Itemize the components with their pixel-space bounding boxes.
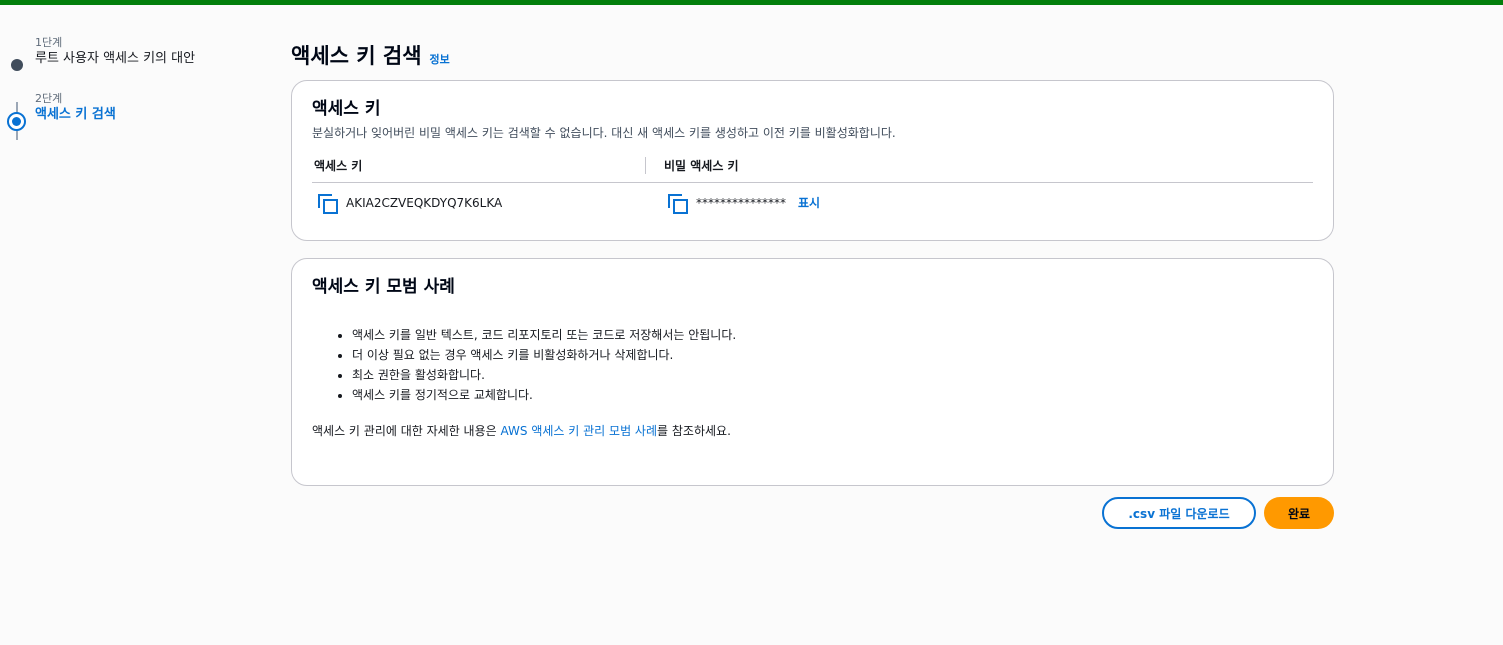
access-key-table: 액세스 키 비밀 액세스 키 AKIA2CZVEQKDYQ7K6LKA ****… xyxy=(312,157,1313,222)
copy-access-key-icon[interactable] xyxy=(318,193,338,214)
page-header: 액세스 키 검색 정보 xyxy=(291,40,1334,80)
wizard-actions: .csv 파일 다운로드 완료 xyxy=(1102,497,1334,529)
step-2-number: 2단계 xyxy=(35,92,63,105)
secret-key-masked-value: *************** xyxy=(696,195,786,210)
access-key-table-header: 액세스 키 비밀 액세스 키 xyxy=(312,157,1313,183)
best-practices-title: 액세스 키 모범 사례 xyxy=(312,277,455,297)
done-button[interactable]: 완료 xyxy=(1264,497,1334,529)
show-secret-key-link[interactable]: 표시 xyxy=(798,194,820,211)
step-1-number: 1단계 xyxy=(35,36,63,49)
column-header-secret-key: 비밀 액세스 키 xyxy=(645,157,739,174)
step-active-dot-icon xyxy=(7,112,26,131)
step-2-title: 액세스 키 검색 xyxy=(35,107,116,122)
page-title: 액세스 키 검색 xyxy=(291,44,422,68)
best-practices-panel: 액세스 키 모범 사례 액세스 키를 일반 텍스트, 코드 리포지토리 또는 코… xyxy=(291,258,1334,486)
main-content: 액세스 키 검색 정보 액세스 키 분실하거나 잊어버린 비밀 액세스 키는 검… xyxy=(291,40,1334,503)
secret-key-cell: *************** 표시 xyxy=(668,193,820,214)
step-complete-dot-icon xyxy=(11,59,23,71)
list-item: 액세스 키를 정기적으로 교체합니다. xyxy=(352,385,1313,405)
access-key-cell: AKIA2CZVEQKDYQ7K6LKA xyxy=(312,193,668,214)
wizard-steps: 1단계 루트 사용자 액세스 키의 대안 2단계 액세스 키 검색 xyxy=(0,30,260,142)
access-key-value: AKIA2CZVEQKDYQ7K6LKA xyxy=(346,195,503,210)
step-1-title: 루트 사용자 액세스 키의 대안 xyxy=(35,51,196,66)
access-key-row: AKIA2CZVEQKDYQ7K6LKA *************** 표시 xyxy=(312,183,1313,222)
best-practices-doc-link[interactable]: AWS 액세스 키 관리 모범 사례 xyxy=(501,424,658,438)
access-key-panel-title: 액세스 키 xyxy=(312,99,381,119)
best-practices-list: 액세스 키를 일반 텍스트, 코드 리포지토리 또는 코드로 저장해서는 안됩니… xyxy=(312,325,1313,405)
step-1[interactable]: 1단계 루트 사용자 액세스 키의 대안 xyxy=(0,30,260,86)
top-status-bar xyxy=(0,0,1503,5)
access-key-panel: 액세스 키 분실하거나 잊어버린 비밀 액세스 키는 검색할 수 없습니다. 대… xyxy=(291,80,1334,241)
list-item: 액세스 키를 일반 텍스트, 코드 리포지토리 또는 코드로 저장해서는 안됩니… xyxy=(352,325,1313,345)
copy-secret-key-icon[interactable] xyxy=(668,193,688,214)
footer-prefix: 액세스 키 관리에 대한 자세한 내용은 xyxy=(312,424,501,438)
access-key-panel-description: 분실하거나 잊어버린 비밀 액세스 키는 검색할 수 없습니다. 대신 새 액세… xyxy=(312,126,896,140)
footer-suffix: 를 참조하세요. xyxy=(657,424,731,438)
best-practices-footer: 액세스 키 관리에 대한 자세한 내용은 AWS 액세스 키 관리 모범 사례를… xyxy=(312,421,1313,467)
download-csv-button[interactable]: .csv 파일 다운로드 xyxy=(1102,497,1256,529)
info-link[interactable]: 정보 xyxy=(430,51,450,67)
step-2[interactable]: 2단계 액세스 키 검색 xyxy=(0,86,260,142)
column-header-access-key: 액세스 키 xyxy=(314,159,363,173)
list-item: 최소 권한을 활성화합니다. xyxy=(352,365,1313,385)
list-item: 더 이상 필요 없는 경우 액세스 키를 비활성화하거나 삭제합니다. xyxy=(352,345,1313,365)
